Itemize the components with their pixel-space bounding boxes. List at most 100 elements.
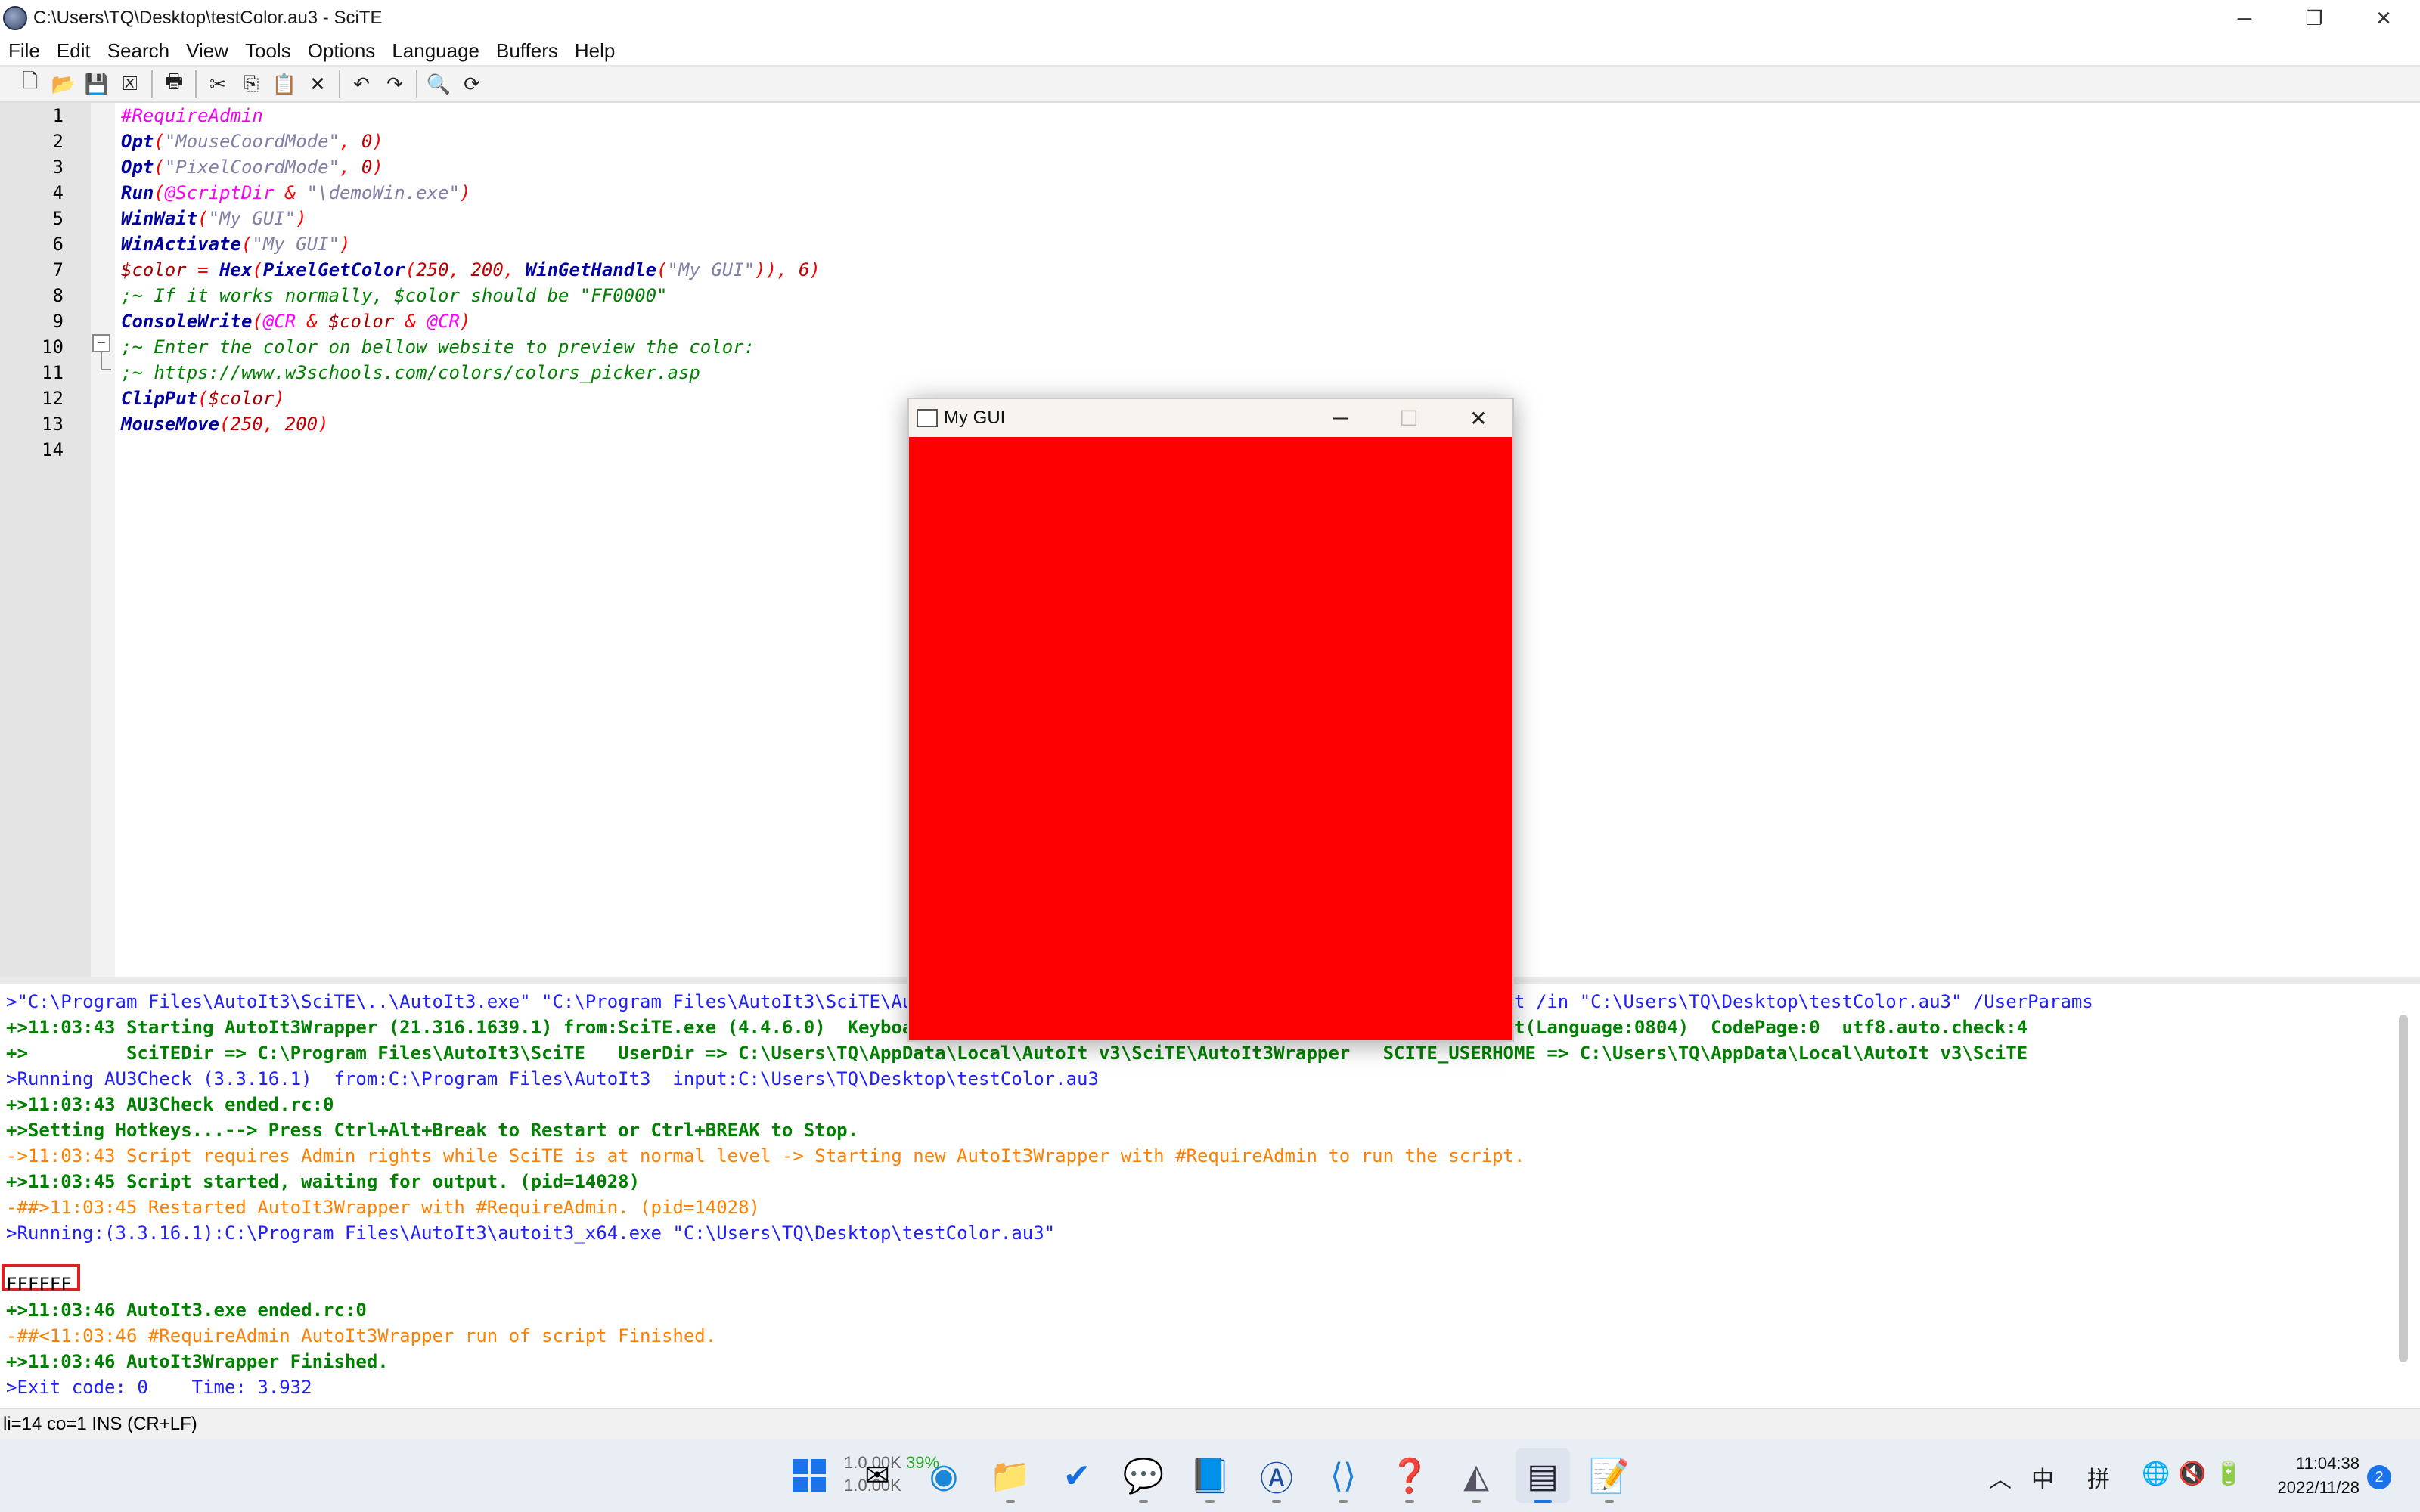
code-line[interactable]: Opt("MouseCoordMode", 0) — [121, 129, 383, 154]
edge-browser-icon[interactable]: ◉ — [917, 1448, 971, 1503]
code-line[interactable]: MouseMove(250, 200) — [121, 411, 329, 437]
line-number: 10 — [42, 336, 64, 358]
cut-icon[interactable]: ✂ — [201, 68, 234, 100]
new-file-icon[interactable]: 🗋 — [14, 68, 47, 100]
code-token: ) — [809, 259, 821, 280]
tray-chevron-icon[interactable]: ︿ — [1989, 1461, 2012, 1494]
code-token: ( — [154, 182, 165, 203]
app-stack-icon[interactable]: 📘 — [1183, 1448, 1237, 1503]
print-icon[interactable]: 🖶 — [157, 68, 191, 100]
fold-margin — [91, 103, 115, 977]
line-number: 12 — [42, 388, 64, 409]
file-explorer-icon[interactable]: 📁 — [983, 1448, 1038, 1503]
code-token: Opt — [121, 156, 154, 178]
code-line[interactable]: Opt("PixelCoordMode", 0) — [121, 154, 383, 180]
menu-help[interactable]: Help — [566, 36, 623, 65]
running-indicator — [1139, 1500, 1148, 1503]
code-line[interactable]: ;~ If it works normally, $color should b… — [121, 283, 667, 308]
my-gui-minimize-button[interactable]: ─ — [1307, 399, 1375, 437]
wechat-icon[interactable]: 💬 — [1116, 1448, 1171, 1503]
fold-toggle-icon[interactable]: − — [92, 334, 110, 352]
code-line[interactable]: WinWait("My GUI") — [121, 206, 307, 231]
output-scrollbar[interactable] — [2399, 1015, 2408, 1362]
help-file-icon[interactable]: ❓ — [1382, 1448, 1437, 1503]
minimize-button[interactable]: ─ — [2210, 0, 2279, 36]
code-token: "PixelCoordMode" — [164, 156, 340, 178]
line-number: 11 — [42, 362, 64, 383]
save-icon[interactable]: 💾 — [80, 68, 113, 100]
battery-icon[interactable]: 🔋 — [2214, 1461, 2242, 1487]
ime-pinyin-icon[interactable]: 拼 — [2087, 1461, 2110, 1494]
code-line[interactable]: ClipPut($color) — [121, 386, 285, 411]
code-line[interactable]: WinActivate("My GUI") — [121, 231, 350, 257]
start-windows-icon[interactable] — [782, 1448, 836, 1503]
menu-options[interactable]: Options — [299, 36, 384, 65]
undo-icon[interactable]: ↶ — [345, 68, 378, 100]
vscode-icon[interactable]: ⟨⟩ — [1316, 1448, 1370, 1503]
delete-icon[interactable]: ✕ — [301, 68, 334, 100]
line-number: 7 — [52, 259, 64, 280]
code-line[interactable]: #RequireAdmin — [121, 103, 263, 129]
todo-check-icon[interactable]: ✔ — [1050, 1448, 1104, 1503]
autoit-logo-icon[interactable]: ◭ — [1449, 1448, 1503, 1503]
output-line: >Running AU3Check (3.3.16.1) from:C:\Pro… — [6, 1068, 1099, 1089]
open-folder-icon[interactable]: 📂 — [47, 68, 80, 100]
find-icon[interactable]: 🔍 — [422, 68, 455, 100]
sound-icon[interactable]: 🔇 — [2178, 1461, 2206, 1487]
paste-icon[interactable]: 📋 — [268, 68, 301, 100]
scite-app-icon — [3, 6, 27, 30]
close-file-icon[interactable]: 🗵 — [113, 68, 147, 100]
toolbar-separator — [416, 70, 417, 98]
code-token: ) — [459, 311, 471, 332]
menu-language[interactable]: Language — [383, 36, 488, 65]
my-gui-titlebar[interactable]: My GUI ─ ☐ ✕ — [909, 399, 1512, 437]
toolbar: 🗋 📂 💾 🗵 🖶 ✂ ⎘ 📋 ✕ ↶ ↷ 🔍 ⟳ — [0, 65, 2420, 103]
code-line[interactable]: ;~ Enter the color on bellow website to … — [121, 334, 755, 360]
notepad-icon[interactable]: 📝 — [1582, 1448, 1637, 1503]
network-icon[interactable]: 🌐 — [2142, 1461, 2170, 1487]
menu-buffers[interactable]: Buffers — [488, 36, 566, 65]
code-token: ( — [240, 234, 253, 255]
active-indicator — [1534, 1500, 1552, 1503]
ime-mode-icon[interactable]: 中 — [2031, 1461, 2054, 1494]
my-gui-maximize-button[interactable]: ☐ — [1375, 399, 1443, 437]
code-token: PixelGetColor — [262, 259, 405, 280]
autoit-icon[interactable]: Ⓐ — [1249, 1448, 1304, 1503]
code-token: ) — [318, 414, 329, 435]
code-token: ) — [274, 388, 285, 409]
menu-file[interactable]: File — [0, 36, 48, 65]
output-line: +>11:03:43 AU3Check ended.rc:0 — [6, 1094, 334, 1115]
menu-view[interactable]: View — [178, 36, 237, 65]
code-line[interactable]: ;~ https://www.w3schools.com/colors/colo… — [121, 360, 700, 386]
code-token: = — [186, 259, 220, 280]
code-token: ) — [372, 156, 383, 178]
code-token: ( — [154, 156, 165, 178]
line-number: 14 — [42, 439, 64, 460]
running-indicator — [1006, 1500, 1015, 1503]
code-line[interactable]: Run(@ScriptDir & "\demoWin.exe") — [121, 180, 470, 206]
output-line: ->11:03:43 Script requires Admin rights … — [6, 1145, 1525, 1167]
code-token: ) — [459, 182, 471, 203]
line-number: 13 — [42, 414, 64, 435]
menu-search[interactable]: Search — [99, 36, 178, 65]
notification-badge[interactable]: 2 — [2367, 1465, 2391, 1489]
code-token: "My GUI" — [208, 208, 296, 229]
close-button[interactable]: ✕ — [2349, 0, 2418, 36]
my-gui-close-button[interactable]: ✕ — [1444, 399, 1512, 437]
scite-taskbar-icon[interactable]: ▤ — [1516, 1448, 1570, 1503]
code-line[interactable]: ConsoleWrite(@CR & $color & @CR) — [121, 308, 470, 334]
menu-tools[interactable]: Tools — [237, 36, 299, 65]
replace-icon[interactable]: ⟳ — [455, 68, 489, 100]
code-token: 250 — [416, 259, 449, 280]
mail-icon[interactable]: ✉ — [850, 1448, 904, 1503]
code-token: & — [296, 311, 329, 332]
restore-button[interactable]: ❐ — [2279, 0, 2349, 36]
clock[interactable]: 11:04:38 2022/11/28 — [2261, 1452, 2360, 1500]
redo-icon[interactable]: ↷ — [378, 68, 411, 100]
clock-time: 11:04:38 — [2295, 1454, 2360, 1473]
menu-edit[interactable]: Edit — [48, 36, 99, 65]
copy-icon[interactable]: ⎘ — [234, 68, 268, 100]
code-token: ClipPut — [121, 388, 198, 409]
my-gui-window[interactable]: My GUI ─ ☐ ✕ — [908, 398, 1514, 1042]
code-line[interactable]: $color = Hex(PixelGetColor(250, 200, Win… — [121, 257, 821, 283]
